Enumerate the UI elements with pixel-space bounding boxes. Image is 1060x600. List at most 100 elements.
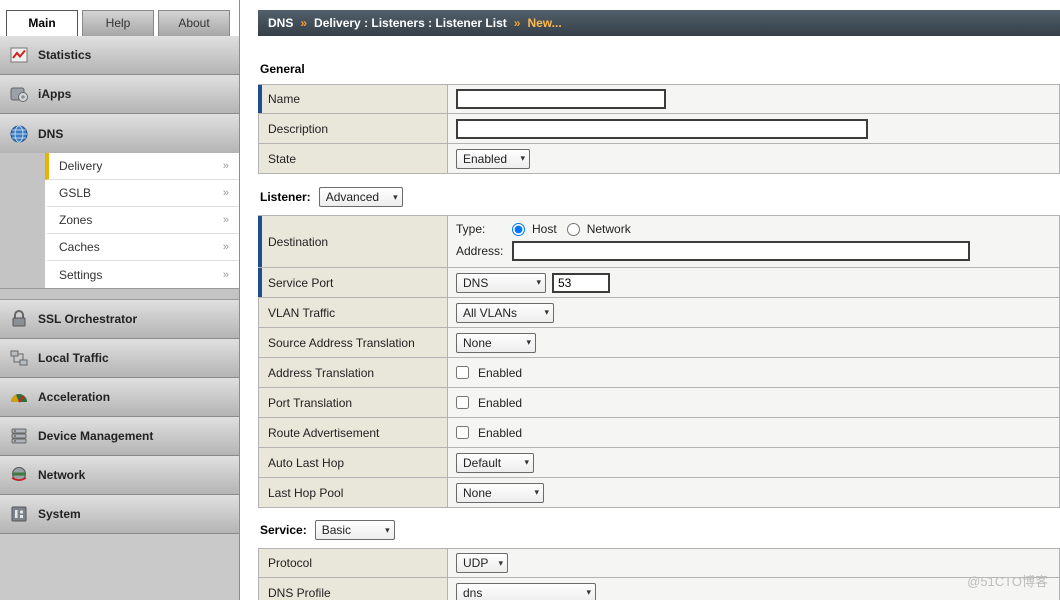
sidebar-item-label: Acceleration	[38, 390, 110, 404]
row-value-port-translation: Enabled	[448, 388, 1060, 417]
sidebar-item-ssl-orchestrator[interactable]: SSL Orchestrator	[0, 300, 239, 339]
general-section-header: General	[260, 62, 1060, 76]
submenu-arrow-icon	[223, 214, 229, 226]
device-management-icon	[8, 425, 30, 447]
tab-help[interactable]: Help	[82, 10, 154, 36]
sidebar-item-dns[interactable]: DNS	[0, 114, 239, 153]
description-input[interactable]	[456, 119, 868, 139]
sidebar-filler	[0, 534, 239, 600]
sidebar-item-acceleration[interactable]: Acceleration	[0, 378, 239, 417]
table-row-name: Name	[258, 84, 1060, 114]
breadcrumb-root[interactable]: DNS	[268, 16, 293, 30]
menu-spacer	[0, 289, 239, 300]
service-port-input[interactable]	[552, 273, 610, 293]
table-row-route-advertisement: Route Advertisement Enabled	[258, 418, 1060, 448]
row-label-destination: Destination	[258, 216, 448, 267]
sidebar-item-label: Network	[38, 468, 85, 482]
tab-main[interactable]: Main	[6, 10, 78, 36]
network-icon	[8, 464, 30, 486]
chevron-down-icon	[520, 153, 525, 164]
service-mode-select[interactable]: Basic	[315, 520, 395, 540]
vlan-traffic-select[interactable]: All VLANs	[456, 303, 554, 323]
listener-mode-select[interactable]: Advanced	[319, 187, 403, 207]
port-translation-checkbox-label: Enabled	[478, 396, 522, 410]
submenu-arrow-icon	[223, 241, 229, 253]
service-section-header: Service: Basic	[260, 520, 1060, 540]
route-advertisement-checkbox[interactable]	[456, 426, 469, 439]
route-advertisement-checkbox-label: Enabled	[478, 426, 522, 440]
table-row-address-translation: Address Translation Enabled	[258, 358, 1060, 388]
submenu-panel: Delivery GSLB Zones Caches Settings	[45, 153, 239, 288]
sidebar-item-gslb[interactable]: GSLB	[45, 180, 239, 207]
statistics-icon	[8, 44, 30, 66]
destination-host-radio[interactable]	[512, 223, 525, 236]
dns-profile-select[interactable]: dns	[456, 583, 596, 600]
sidebar-item-system[interactable]: System	[0, 495, 239, 534]
source-address-translation-select[interactable]: None	[456, 333, 536, 353]
row-label-auto-last-hop: Auto Last Hop	[258, 448, 448, 477]
address-translation-checkbox[interactable]	[456, 366, 469, 379]
sidebar-item-local-traffic[interactable]: Local Traffic	[0, 339, 239, 378]
state-select[interactable]: Enabled	[456, 149, 530, 169]
sidebar-item-label: Device Management	[38, 429, 153, 443]
service-port-select[interactable]: DNS	[456, 273, 546, 293]
table-row-port-translation: Port Translation Enabled	[258, 388, 1060, 418]
sidebar-item-label: Local Traffic	[38, 351, 109, 365]
destination-address-input[interactable]	[512, 241, 970, 261]
sidebar-tabs: Main Help About	[0, 0, 239, 36]
row-label-state: State	[258, 144, 448, 173]
row-value-service-port: DNS	[448, 268, 1060, 297]
table-row-protocol: Protocol UDP	[258, 548, 1060, 578]
submenu-item-label: Delivery	[59, 159, 102, 173]
row-label-dns-profile: DNS Profile	[258, 578, 448, 600]
port-translation-checkbox[interactable]	[456, 396, 469, 409]
service-section-title: Service:	[260, 523, 307, 537]
chevron-down-icon	[526, 337, 531, 348]
tab-about[interactable]: About	[158, 10, 230, 36]
sidebar-item-delivery[interactable]: Delivery	[45, 153, 239, 180]
table-row-dns-profile: DNS Profile dns	[258, 578, 1060, 600]
row-value-last-hop-pool: None	[448, 478, 1060, 507]
breadcrumb-chevron-icon	[300, 16, 307, 30]
chevron-down-icon	[393, 192, 398, 203]
table-row-destination: Destination Type: Host Network Address:	[258, 215, 1060, 268]
chevron-down-icon	[498, 558, 503, 569]
submenu-indent	[0, 153, 45, 288]
destination-type-label: Type:	[456, 222, 508, 236]
row-label-address-translation: Address Translation	[258, 358, 448, 387]
row-label-name: Name	[258, 85, 448, 113]
sidebar-item-settings[interactable]: Settings	[45, 261, 239, 288]
local-traffic-icon	[8, 347, 30, 369]
sidebar-item-network[interactable]: Network	[0, 456, 239, 495]
sidebar-item-device-management[interactable]: Device Management	[0, 417, 239, 456]
breadcrumb-path[interactable]: Delivery : Listeners : Listener List	[314, 16, 507, 30]
listener-table: Destination Type: Host Network Address:	[258, 215, 1060, 508]
breadcrumb-current[interactable]: New...	[527, 16, 561, 30]
main-content: DNS Delivery : Listeners : Listener List…	[240, 0, 1060, 600]
breadcrumb: DNS Delivery : Listeners : Listener List…	[258, 10, 1060, 36]
name-input[interactable]	[456, 89, 666, 109]
general-section-title: General	[260, 62, 305, 76]
ssl-orchestrator-icon	[8, 308, 30, 330]
auto-last-hop-select[interactable]: Default	[456, 453, 534, 473]
submenu-item-label: Caches	[59, 240, 100, 254]
table-row-vlan-traffic: VLAN Traffic All VLANs	[258, 298, 1060, 328]
row-label-description: Description	[258, 114, 448, 143]
submenu-item-label: Settings	[59, 268, 102, 282]
sidebar-item-zones[interactable]: Zones	[45, 207, 239, 234]
chevron-down-icon	[544, 307, 549, 318]
destination-network-radio[interactable]	[567, 223, 580, 236]
sidebar-item-label: iApps	[38, 87, 71, 101]
row-value-destination: Type: Host Network Address:	[448, 216, 1060, 267]
sidebar-item-iapps[interactable]: iApps	[0, 75, 239, 114]
service-table: Protocol UDP DNS Profile dns	[258, 548, 1060, 600]
protocol-select[interactable]: UDP	[456, 553, 508, 573]
sidebar-item-caches[interactable]: Caches	[45, 234, 239, 261]
last-hop-pool-select[interactable]: None	[456, 483, 544, 503]
row-value-address-translation: Enabled	[448, 358, 1060, 387]
sidebar-item-statistics[interactable]: Statistics	[0, 36, 239, 75]
sidebar-item-label: Statistics	[38, 48, 91, 62]
chevron-down-icon	[385, 525, 390, 536]
row-value-auto-last-hop: Default	[448, 448, 1060, 477]
table-row-description: Description	[258, 114, 1060, 144]
